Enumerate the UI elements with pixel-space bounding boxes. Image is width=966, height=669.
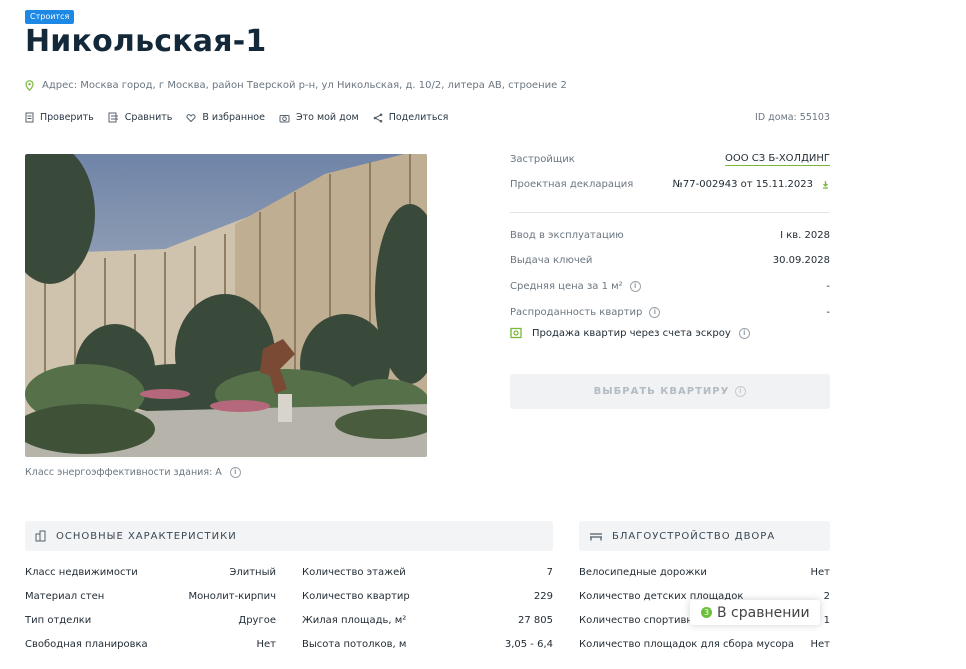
favorite-button[interactable]: В избранное xyxy=(186,112,265,123)
yard-header: БЛАГОУСТРОЙСТВО ДВОРА xyxy=(579,521,830,551)
status-badge: Строится xyxy=(25,10,75,24)
developer-label: Застройщик xyxy=(510,154,575,165)
characteristic-row: Количество квартир 229 xyxy=(302,591,553,602)
check-button[interactable]: Проверить xyxy=(25,112,94,123)
price-row: Средняя цена за 1 м² i - xyxy=(510,281,830,292)
keys-row: Выдача ключей 30.09.2028 xyxy=(510,255,830,266)
char-value: 27 805 xyxy=(518,615,553,626)
characteristic-row: Материал стен Монолит-кирпич xyxy=(25,591,276,602)
my-house-label: Это мой дом xyxy=(295,112,359,123)
my-house-button[interactable]: Это мой дом xyxy=(279,112,359,123)
share-icon xyxy=(373,113,382,122)
share-label: Поделиться xyxy=(388,112,449,123)
char-key: Материал стен xyxy=(25,591,105,602)
choose-apartment-label: ВЫБРАТЬ КВАРТИРУ xyxy=(593,386,730,397)
energy-class-text: Класс энергоэффективности здания: А xyxy=(25,467,222,478)
char-key: Высота потолков, м xyxy=(302,639,407,650)
char-value: Другое xyxy=(238,615,276,626)
commissioning-value: I кв. 2028 xyxy=(780,230,830,241)
price-info-icon[interactable]: i xyxy=(629,281,641,292)
characteristic-row: Жилая площадь, м² 27 805 xyxy=(302,615,553,626)
compare-label: Сравнить xyxy=(124,112,173,123)
characteristic-row: Свободная планировка Нет xyxy=(25,639,276,650)
characteristic-row: Количество этажей 7 xyxy=(302,567,553,578)
characteristics-title: ОСНОВНЫЕ ХАРАКТЕРИСТИКИ xyxy=(56,530,237,542)
compare-toast-label: В сравнении xyxy=(717,604,810,621)
escrow-label: Продажа квартир через счета эскроу xyxy=(532,327,731,339)
action-bar: Проверить Сравнить В избранное Это мой д… xyxy=(25,112,462,123)
char-value: 229 xyxy=(533,591,553,602)
yard-value: Нет xyxy=(810,567,831,578)
location-pin-icon xyxy=(25,80,34,91)
building-icon xyxy=(35,530,46,542)
yard-value: 2 xyxy=(823,591,830,602)
yard-row: Велосипедные дорожки Нет xyxy=(579,567,830,578)
char-key: Тип отделки xyxy=(25,615,92,626)
keys-value: 30.09.2028 xyxy=(772,255,830,266)
compare-button[interactable]: Сравнить xyxy=(108,112,173,123)
camera-icon xyxy=(279,114,290,122)
share-button[interactable]: Поделиться xyxy=(373,112,449,123)
address-text: Адрес: Москва город, г Москва, район Тве… xyxy=(42,80,567,91)
char-value: 3,05 - 6,4 xyxy=(504,639,553,650)
page-title: Никольская-1 xyxy=(25,24,267,59)
sold-info-icon[interactable]: i xyxy=(649,307,661,318)
char-key: Жилая площадь, м² xyxy=(302,615,407,626)
char-key: Свободная планировка xyxy=(25,639,148,650)
sold-value: - xyxy=(826,307,830,318)
escrow-info-icon[interactable]: i xyxy=(738,327,750,339)
building-photo-image xyxy=(25,154,427,457)
download-icon[interactable] xyxy=(821,180,830,189)
sold-label: Распроданность квартир xyxy=(510,307,643,318)
compare-icon xyxy=(108,112,118,123)
developer-row: Застройщик ООО СЗ Б-ХОЛДИНГ xyxy=(510,153,830,166)
yard-row: Количество площадок для сбора мусора Нет xyxy=(579,639,830,650)
compare-toast[interactable]: 3 В сравнении xyxy=(690,600,820,625)
compare-count-badge: 3 xyxy=(701,607,712,618)
choose-apartment-button[interactable]: ВЫБРАТЬ КВАРТИРУ i xyxy=(510,374,830,409)
escrow-icon xyxy=(510,327,522,339)
characteristic-row: Класс недвижимости Элитный xyxy=(25,567,276,578)
yard-value: Нет xyxy=(810,639,831,650)
bench-icon xyxy=(590,533,602,541)
info-divider xyxy=(510,212,830,213)
yard-key: Количество площадок для сбора мусора xyxy=(579,639,795,650)
building-photo[interactable] xyxy=(25,154,427,457)
char-key: Количество этажей xyxy=(302,567,406,578)
document-check-icon xyxy=(25,112,34,123)
address-line: Адрес: Москва город, г Москва, район Тве… xyxy=(25,80,567,91)
declaration-label: Проектная декларация xyxy=(510,179,634,190)
price-label: Средняя цена за 1 м² xyxy=(510,281,623,292)
escrow-row: Продажа квартир через счета эскроу i xyxy=(510,327,750,339)
char-key: Класс недвижимости xyxy=(25,567,138,578)
developer-link[interactable]: ООО СЗ Б-ХОЛДИНГ xyxy=(725,153,830,166)
favorite-label: В избранное xyxy=(202,112,265,123)
char-value: Нет xyxy=(256,639,277,650)
house-id: ID дома: 55103 xyxy=(755,112,830,123)
sold-row: Распроданность квартир i - xyxy=(510,307,830,318)
commissioning-row: Ввод в эксплуатацию I кв. 2028 xyxy=(510,230,830,241)
declaration-row: Проектная декларация №77-002943 от 15.11… xyxy=(510,179,830,190)
char-key: Количество квартир xyxy=(302,591,410,602)
char-value: Монолит-кирпич xyxy=(188,591,276,602)
commissioning-label: Ввод в эксплуатацию xyxy=(510,230,624,241)
characteristic-row: Высота потолков, м 3,05 - 6,4 xyxy=(302,639,553,650)
characteristics-header: ОСНОВНЫЕ ХАРАКТЕРИСТИКИ xyxy=(25,521,553,551)
energy-class: Класс энергоэффективности здания: А i xyxy=(25,467,241,478)
energy-info-icon[interactable]: i xyxy=(229,467,241,478)
characteristic-row: Тип отделки Другое xyxy=(25,615,276,626)
keys-label: Выдача ключей xyxy=(510,255,593,266)
heart-icon xyxy=(186,113,196,122)
yard-title: БЛАГОУСТРОЙСТВО ДВОРА xyxy=(612,530,776,542)
price-value: - xyxy=(826,281,830,292)
char-value: 7 xyxy=(546,567,553,578)
declaration-value[interactable]: №77-002943 от 15.11.2023 xyxy=(673,179,813,190)
check-label: Проверить xyxy=(40,112,94,123)
yard-key: Велосипедные дорожки xyxy=(579,567,707,578)
char-value: Элитный xyxy=(229,567,276,578)
yard-value: 1 xyxy=(823,615,830,626)
choose-info-icon[interactable]: i xyxy=(735,386,747,397)
